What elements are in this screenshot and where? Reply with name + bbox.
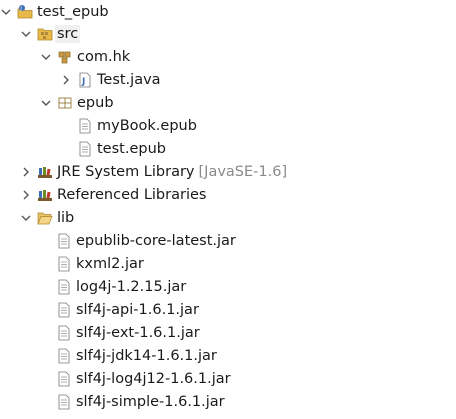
tree-item-jar[interactable]: slf4j-log4j12-1.6.1.jar — [56, 367, 231, 390]
library-icon — [37, 164, 53, 180]
library-icon — [37, 187, 53, 203]
folder-open-icon — [37, 210, 53, 226]
tree-item-label: slf4j-jdk14-1.6.1.jar — [76, 347, 217, 364]
svg-text:J: J — [81, 77, 85, 87]
tree-item-label: test_epub — [37, 3, 109, 20]
file-icon — [77, 118, 93, 134]
jar-file-icon — [56, 302, 72, 318]
tree-item-label: Referenced Libraries — [57, 186, 207, 203]
java-file-icon: J — [77, 72, 93, 88]
jar-file-icon — [56, 348, 72, 364]
tree-item-jar[interactable]: log4j-1.2.15.jar — [56, 275, 186, 298]
jar-file-icon — [56, 233, 72, 249]
tree-item-jre-library[interactable]: JRE System Library [JavaSE-1.6] — [20, 160, 287, 183]
tree-item-label: JRE System Library — [57, 163, 195, 180]
tree-item-test-epub[interactable]: test.epub — [77, 137, 166, 160]
tree-item-label: epublib-core-latest.jar — [76, 232, 236, 249]
tree-item-label: lib — [57, 209, 75, 226]
tree-item-label: slf4j-ext-1.6.1.jar — [76, 324, 200, 341]
tree-item-jar[interactable]: slf4j-jdk14-1.6.1.jar — [56, 344, 217, 367]
jar-file-icon — [56, 371, 72, 387]
tree-item-label: kxml2.jar — [76, 255, 144, 272]
tree-item-test-java[interactable]: J Test.java — [60, 68, 161, 91]
tree-item-lib-folder[interactable]: lib — [20, 206, 74, 229]
tree-item-referenced-libraries[interactable]: Referenced Libraries — [20, 183, 206, 206]
tree-item-label: myBook.epub — [97, 117, 197, 134]
tree-item-label: src — [55, 24, 81, 43]
java-project-icon: J — [17, 4, 33, 20]
chevron-right-icon[interactable] — [60, 74, 72, 86]
tree-item-label: epub — [77, 94, 114, 111]
chevron-down-icon[interactable] — [40, 51, 52, 63]
tree-item-label: slf4j-simple-1.6.1.jar — [76, 393, 225, 410]
svg-text:J: J — [19, 6, 21, 12]
tree-item-project[interactable]: J test_epub — [0, 0, 109, 23]
chevron-down-icon[interactable] — [0, 6, 12, 18]
tree-item-mybook-epub[interactable]: myBook.epub — [77, 114, 197, 137]
chevron-down-icon[interactable] — [20, 28, 32, 40]
jar-file-icon — [56, 394, 72, 410]
tree-item-jar[interactable]: kxml2.jar — [56, 252, 144, 275]
tree-item-label: com.hk — [77, 48, 131, 65]
jar-file-icon — [56, 279, 72, 295]
tree-item-label: slf4j-api-1.6.1.jar — [76, 301, 199, 318]
tree-item-jar[interactable]: slf4j-simple-1.6.1.jar — [56, 390, 225, 413]
tree-item-package-epub[interactable]: epub — [40, 91, 114, 114]
tree-item-package-comhk[interactable]: com.hk — [40, 45, 130, 68]
jar-file-icon — [56, 256, 72, 272]
tree-item-jar[interactable]: epublib-core-latest.jar — [56, 229, 236, 252]
tree-item-label: log4j-1.2.15.jar — [76, 278, 187, 295]
package-icon — [57, 95, 73, 111]
file-icon — [77, 141, 93, 157]
tree-item-src[interactable]: src — [20, 22, 81, 45]
package-icon — [57, 49, 73, 65]
tree-item-label: Test.java — [97, 71, 161, 88]
tree-item-label: test.epub — [97, 140, 166, 157]
chevron-down-icon[interactable] — [20, 212, 32, 224]
tree-item-jar[interactable]: slf4j-api-1.6.1.jar — [56, 298, 199, 321]
tree-item-label: slf4j-log4j12-1.6.1.jar — [76, 370, 231, 387]
jre-version-decoration: [JavaSE-1.6] — [198, 163, 288, 180]
chevron-down-icon[interactable] — [40, 97, 52, 109]
source-folder-icon — [37, 26, 53, 42]
chevron-right-icon[interactable] — [20, 189, 32, 201]
jar-file-icon — [56, 325, 72, 341]
tree-item-jar[interactable]: slf4j-ext-1.6.1.jar — [56, 321, 200, 344]
package-explorer-tree: J test_epub src com.hk J Test.java epub … — [0, 0, 456, 419]
chevron-right-icon[interactable] — [20, 166, 32, 178]
